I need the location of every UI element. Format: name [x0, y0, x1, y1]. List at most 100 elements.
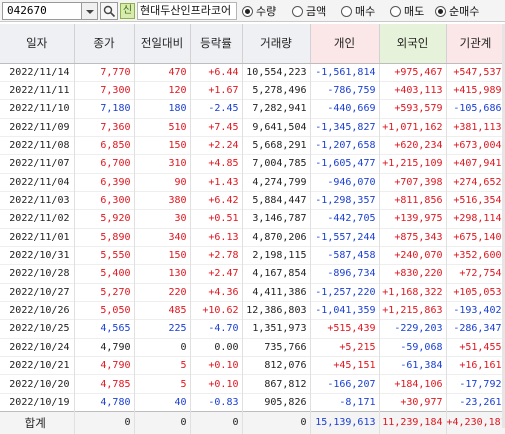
table-row[interactable]: 2022/10/24 4,790 0 0.00 735,766 +5,215 -59,068… — [0, 338, 505, 357]
row-volume: 1,351,973 — [242, 319, 311, 339]
row-individual: -1,041,359 — [310, 301, 380, 320]
row-individual: -8,171 — [310, 393, 380, 412]
row-foreign: +184,106 — [379, 374, 447, 394]
row-close: 7,300 — [74, 81, 135, 100]
table-row[interactable]: 2022/11/09 7,360 510 +7.45 9,641,504 -1,345,8… — [0, 118, 505, 137]
table-header: 일자 종가 전일대비 등락률 거래량 개인 외국인 기관계 — [0, 24, 505, 64]
row-institution: +673,004 — [446, 136, 505, 155]
table-row[interactable]: 2022/11/14 7,770 470 +6.44 10,554,223 -1,561,… — [0, 63, 505, 82]
table-row[interactable]: 2022/11/08 6,850 150 +2.24 5,668,291 -1,207,6… — [0, 136, 505, 155]
totals-label: 합계 — [0, 411, 75, 434]
row-close: 7,360 — [74, 118, 135, 137]
row-change: 120 — [134, 81, 191, 100]
table-body: 2022/11/14 7,770 470 +6.44 10,554,223 -1,561,… — [0, 63, 505, 412]
table-row[interactable]: 2022/11/04 6,390 90 +1.43 4,274,799 -946,070 +… — [0, 173, 505, 192]
row-individual: -166,207 — [310, 374, 380, 394]
chevron-down-icon[interactable] — [82, 2, 98, 20]
table-row[interactable]: 2022/10/26 5,050 485 +10.62 12,386,803 -1,041… — [0, 301, 505, 320]
row-institution: +51,455 — [446, 338, 505, 357]
table-row[interactable]: 2022/10/27 5,270 220 +4.36 4,411,386 -1,257,2… — [0, 283, 505, 302]
row-foreign: -61,384 — [379, 356, 447, 375]
row-rate: +6.42 — [190, 191, 243, 210]
row-institution: +675,140 — [446, 228, 505, 247]
row-date: 2022/10/25 — [0, 319, 75, 339]
table-row[interactable]: 2022/10/21 4,790 5 +0.10 812,076 +45,151 -61,3… — [0, 356, 505, 375]
row-rate: -0.83 — [190, 393, 243, 412]
row-institution: -23,261 — [446, 393, 505, 412]
radio-quantity[interactable]: 수량 — [242, 3, 276, 19]
row-date: 2022/10/28 — [0, 264, 75, 284]
market-badge: 신 — [120, 3, 135, 19]
row-rate: +2.78 — [190, 246, 243, 265]
row-foreign: +1,215,863 — [379, 301, 447, 320]
row-individual: -1,298,357 — [310, 191, 380, 210]
row-volume: 812,076 — [242, 356, 311, 375]
row-foreign: -59,068 — [379, 338, 447, 357]
row-individual: -1,207,658 — [310, 136, 380, 155]
row-foreign: +1,168,322 — [379, 283, 447, 302]
radio-net-buy[interactable]: 순매수 — [435, 3, 479, 19]
row-foreign: +139,975 — [379, 209, 447, 229]
table-row[interactable]: 2022/11/03 6,300 380 +6.42 5,884,447 -1,298,3… — [0, 191, 505, 210]
row-volume: 12,386,803 — [242, 301, 311, 320]
col-change-header[interactable]: 전일대비 — [134, 24, 191, 64]
row-rate: +0.10 — [190, 356, 243, 375]
stock-code-input[interactable]: 042670 — [2, 2, 82, 20]
table-row[interactable]: 2022/10/25 4,565 225 -4.70 1,351,973 +515,439… — [0, 319, 505, 339]
row-change: 150 — [134, 136, 191, 155]
row-foreign: +240,070 — [379, 246, 447, 265]
radio-unchecked-icon — [390, 5, 401, 17]
row-foreign: +620,234 — [379, 136, 447, 155]
row-close: 5,890 — [74, 228, 135, 247]
row-individual: -440,669 — [310, 99, 380, 119]
row-date: 2022/11/14 — [0, 63, 75, 82]
search-button[interactable] — [100, 2, 118, 20]
row-rate: +2.24 — [190, 136, 243, 155]
row-volume: 7,004,785 — [242, 154, 311, 174]
row-close: 5,400 — [74, 264, 135, 284]
row-individual: -1,557,244 — [310, 228, 380, 247]
row-institution: +547,537 — [446, 63, 505, 82]
row-rate: -4.70 — [190, 319, 243, 339]
row-close: 4,780 — [74, 393, 135, 412]
radio-unchecked-icon — [292, 5, 303, 17]
table-row[interactable]: 2022/11/10 7,180 180 -2.45 7,282,941 -440,669… — [0, 99, 505, 119]
table-row[interactable]: 2022/11/01 5,890 340 +6.13 4,870,206 -1,557,2… — [0, 228, 505, 247]
table-row[interactable]: 2022/10/19 4,780 40 -0.83 905,826 -8,171 +30,9… — [0, 393, 505, 412]
col-date-header[interactable]: 일자 — [0, 24, 75, 64]
row-institution: +16,161 — [446, 356, 505, 375]
row-institution: +298,114 — [446, 209, 505, 229]
table-row[interactable]: 2022/10/28 5,400 130 +2.47 4,167,854 -896,734… — [0, 264, 505, 284]
row-change: 5 — [134, 356, 191, 375]
col-individual-header[interactable]: 개인 — [310, 24, 380, 64]
row-rate: +1.67 — [190, 81, 243, 100]
radio-unchecked-icon — [341, 5, 352, 17]
table-row[interactable]: 2022/10/20 4,785 5 +0.10 867,812 -166,207 +184… — [0, 374, 505, 394]
row-individual: -587,458 — [310, 246, 380, 265]
table-row[interactable]: 2022/10/31 5,550 150 +2.78 2,198,115 -587,458… — [0, 246, 505, 265]
row-close: 6,850 — [74, 136, 135, 155]
row-volume: 5,278,496 — [242, 81, 311, 100]
row-institution: +407,941 — [446, 154, 505, 174]
row-rate: +4.36 — [190, 283, 243, 302]
col-volume-header[interactable]: 거래량 — [242, 24, 311, 64]
radio-label: 금액 — [306, 5, 327, 18]
table-row[interactable]: 2022/11/11 7,300 120 +1.67 5,278,496 -786,759… — [0, 81, 505, 100]
row-change: 130 — [134, 264, 191, 284]
radio-amount[interactable]: 금액 — [292, 3, 326, 19]
col-rate-header[interactable]: 등락률 — [190, 24, 243, 64]
table-row[interactable]: 2022/11/07 6,700 310 +4.85 7,004,785 -1,605,4… — [0, 154, 505, 174]
table-row[interactable]: 2022/11/02 5,920 30 +0.51 3,146,787 -442,705 +… — [0, 209, 505, 229]
row-foreign: +875,343 — [379, 228, 447, 247]
row-foreign: +1,071,162 — [379, 118, 447, 137]
col-foreign-header[interactable]: 외국인 — [379, 24, 447, 64]
col-close-header[interactable]: 종가 — [74, 24, 135, 64]
row-individual: +45,151 — [310, 356, 380, 375]
row-date: 2022/10/31 — [0, 246, 75, 265]
radio-sell[interactable]: 매도 — [390, 3, 424, 19]
col-institution-header[interactable]: 기관계 — [446, 24, 505, 64]
radio-buy[interactable]: 매수 — [341, 3, 375, 19]
row-volume: 4,274,799 — [242, 173, 311, 192]
row-volume: 3,146,787 — [242, 209, 311, 229]
row-date: 2022/11/07 — [0, 154, 75, 174]
